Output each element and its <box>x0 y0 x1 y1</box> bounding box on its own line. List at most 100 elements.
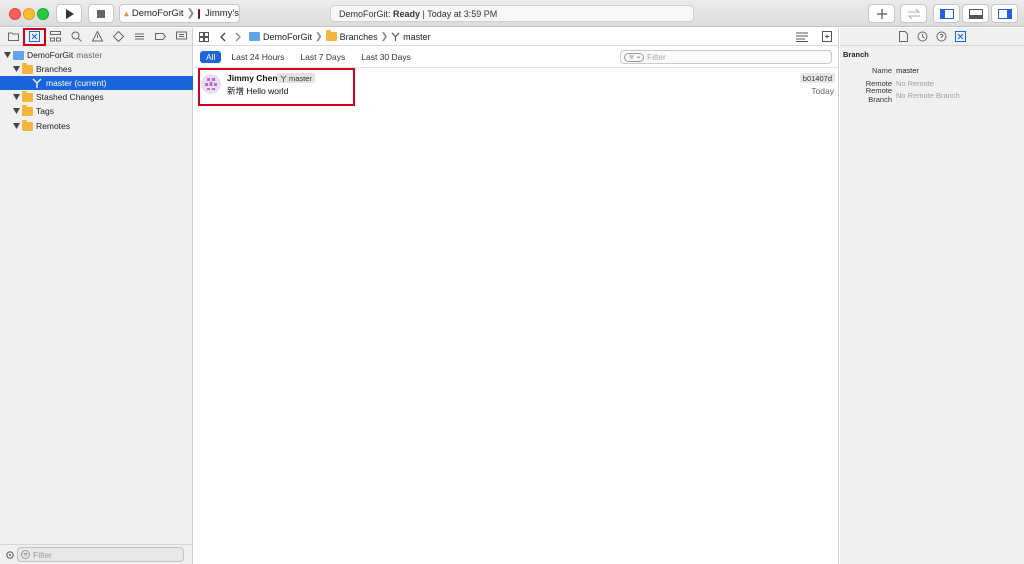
search-icon <box>71 31 82 42</box>
tree-remotes-row[interactable]: Remotes <box>0 119 193 133</box>
commit-author: Jimmy Chen <box>227 73 278 83</box>
tab-quick-help[interactable] <box>936 31 948 43</box>
plus-icon <box>876 8 887 19</box>
library-button[interactable] <box>868 4 895 23</box>
commit-filter-placeholder: Filter <box>647 52 666 62</box>
tree-repo-row[interactable]: DemoForGit master <box>0 48 193 62</box>
breadcrumb-item-branches[interactable]: Branches <box>340 32 378 42</box>
stop-button[interactable] <box>88 4 114 23</box>
branch-icon <box>32 78 42 88</box>
tab-debug-navigator[interactable] <box>129 29 150 45</box>
commit-filter-bar: All Last 24 Hours Last 7 Days Last 30 Da… <box>194 46 838 68</box>
tab-project-navigator[interactable] <box>3 29 24 45</box>
close-window-button[interactable] <box>9 8 21 20</box>
disclosure-triangle-icon[interactable] <box>13 94 20 101</box>
navigator-filter-placeholder: Filter <box>33 549 52 560</box>
branches-label: Branches <box>36 64 72 74</box>
scope-last-7-days[interactable]: Last 7 Days <box>294 51 351 63</box>
commit-filter-input[interactable]: Filter <box>620 50 832 64</box>
folder-icon <box>325 30 337 41</box>
play-icon <box>65 8 74 19</box>
current-branch-label: master (current) <box>46 78 107 88</box>
title-bar: DemoForGit ❯ Jimmy's DemoForGit: Ready |… <box>0 0 1024 27</box>
scope-last-30-days[interactable]: Last 30 Days <box>355 51 417 63</box>
tab-source-control-inspector[interactable] <box>955 31 967 43</box>
tab-find-navigator[interactable] <box>66 29 87 45</box>
right-panel-icon <box>997 8 1012 19</box>
tab-issue-navigator[interactable] <box>87 29 108 45</box>
tree-branches-row[interactable]: Branches <box>0 62 193 76</box>
toggle-debug-area-button[interactable] <box>962 4 989 23</box>
tab-source-control-navigator[interactable] <box>23 27 46 46</box>
source-control-icon <box>29 31 40 42</box>
run-button[interactable] <box>56 4 82 23</box>
branch-icon <box>280 74 287 82</box>
tree-current-branch-row[interactable]: master (current) <box>0 76 193 90</box>
lines-icon[interactable] <box>796 32 808 42</box>
tab-breakpoint-navigator[interactable] <box>150 29 171 45</box>
chevron-right-icon: ❯ <box>380 31 389 41</box>
tab-file-inspector[interactable] <box>898 31 910 43</box>
back-chevron-icon[interactable] <box>220 32 226 42</box>
tab-report-navigator[interactable] <box>171 29 192 45</box>
forward-chevron-icon[interactable] <box>235 32 241 42</box>
zoom-window-button[interactable] <box>37 8 49 20</box>
activity-viewer: DemoForGit: Ready | Today at 3:59 PM <box>330 5 694 22</box>
add-editor-icon[interactable] <box>822 31 832 42</box>
inspector-panel: Branch Name master Remote No Remote Remo… <box>840 28 1024 564</box>
inspector-section-title: Branch <box>843 50 869 59</box>
tree-stashed-row[interactable]: Stashed Changes <box>0 90 193 104</box>
navigator-filter-input[interactable]: Filter <box>17 547 184 562</box>
folder-icon <box>22 104 33 116</box>
device-icon <box>197 8 200 19</box>
jump-bar: DemoForGit ❯ Branches ❯ master <box>194 28 838 46</box>
toggle-navigator-button[interactable] <box>933 4 960 23</box>
related-items-icon[interactable] <box>199 31 209 42</box>
tab-symbol-navigator[interactable] <box>45 29 66 45</box>
scope-all[interactable]: All <box>200 50 222 63</box>
avatar <box>201 74 221 94</box>
breadcrumb: DemoForGit ❯ Branches ❯ master <box>249 30 431 42</box>
navigator-filter-bar: Filter <box>0 544 193 564</box>
folder-icon <box>22 90 33 102</box>
arrows-swap-icon <box>907 8 920 19</box>
activity-time: | Today at 3:59 PM <box>420 8 498 19</box>
stop-icon <box>97 9 105 18</box>
filter-icon <box>624 52 644 62</box>
disclosure-triangle-icon[interactable] <box>4 52 11 59</box>
code-review-button[interactable] <box>900 4 927 23</box>
repository-icon <box>13 50 24 60</box>
bottom-panel-icon <box>968 8 983 19</box>
commit-message: 新增 Hello world <box>227 86 289 96</box>
repo-name: DemoForGit <box>27 50 74 60</box>
clock-icon <box>917 31 928 42</box>
filter-icon <box>21 550 30 559</box>
disclosure-triangle-icon[interactable] <box>13 66 20 73</box>
gear-icon[interactable] <box>5 550 15 560</box>
minimize-window-button[interactable] <box>23 8 35 20</box>
branch-badge: master <box>277 73 315 83</box>
toggle-inspector-button[interactable] <box>991 4 1018 23</box>
activity-status: Ready <box>393 8 421 19</box>
scheme-app-name: DemoForGit <box>131 8 184 19</box>
tree-tags-row[interactable]: Tags <box>0 104 193 118</box>
gauge-icon <box>135 33 144 40</box>
scope-last-24-hours[interactable]: Last 24 Hours <box>225 51 290 63</box>
inspector-name-value: master <box>896 65 919 75</box>
tab-history-inspector[interactable] <box>917 31 929 43</box>
breadcrumb-item-repo[interactable]: DemoForGit <box>263 32 312 42</box>
stashed-label: Stashed Changes <box>36 92 104 102</box>
tags-label: Tags <box>36 106 54 116</box>
file-icon <box>899 31 908 42</box>
tab-test-navigator[interactable] <box>108 29 129 45</box>
activity-prefix: DemoForGit: <box>339 8 394 19</box>
commit-row[interactable]: Jimmy Chen master 新增 Hello world b01407d… <box>194 68 839 106</box>
remotes-label: Remotes <box>36 121 71 131</box>
inspector-tab-bar <box>840 28 1024 46</box>
warning-icon <box>92 31 103 42</box>
disclosure-triangle-icon[interactable] <box>13 123 20 130</box>
scheme-selector[interactable]: DemoForGit ❯ Jimmy's <box>119 4 240 23</box>
breadcrumb-item-branch[interactable]: master <box>403 32 431 42</box>
disclosure-triangle-icon[interactable] <box>13 108 20 115</box>
app-icon <box>124 11 129 16</box>
